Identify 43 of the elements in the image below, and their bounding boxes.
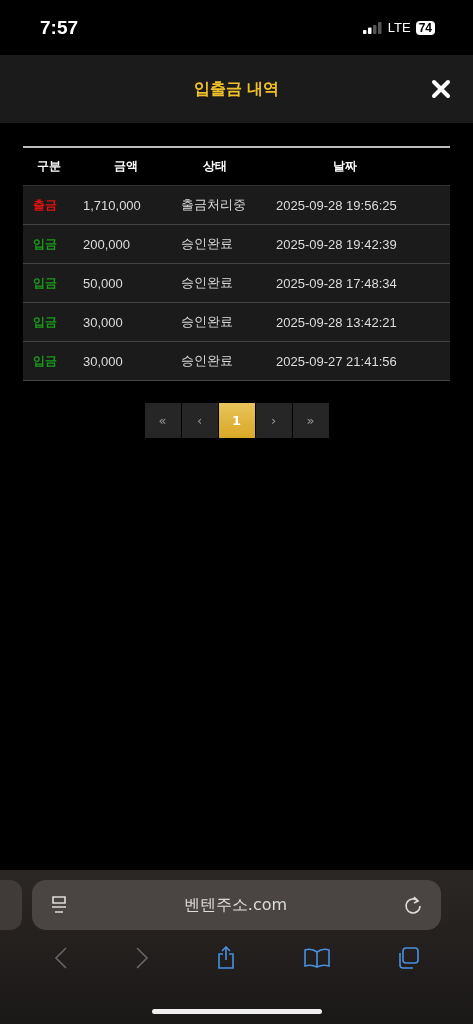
amount-cell-text: 50,000: [83, 275, 124, 291]
page-menu-icon[interactable]: [50, 895, 68, 915]
status-cell-text: 승인완료: [181, 274, 234, 292]
book-icon[interactable]: [303, 948, 330, 968]
page-title: 입출금 내역: [193, 78, 280, 100]
forward-icon[interactable]: [135, 947, 150, 969]
tabs-icon[interactable]: [397, 947, 420, 969]
type-cell-text: 출금: [32, 196, 58, 214]
type-cell-text: 입금: [32, 313, 58, 331]
reload-icon[interactable]: [403, 895, 423, 915]
close-icon[interactable]: [431, 79, 451, 99]
column-header: 상태: [202, 158, 228, 175]
status-cell-text: 승인완료: [181, 352, 234, 370]
type-cell-text: 입금: [32, 235, 58, 253]
date-cell-text: 2025-09-27 21:41:56: [276, 353, 398, 369]
back-icon[interactable]: [53, 947, 68, 969]
date-cell-text: 2025-09-28 19:56:25: [276, 197, 398, 213]
page-button[interactable]: «: [144, 403, 181, 438]
address-text: 벤텐주소.com: [183, 894, 288, 916]
status-cell-text: 출금처리중: [181, 196, 247, 214]
page-button[interactable]: ‹: [181, 403, 218, 438]
date-cell-text: 2025-09-28 19:42:39: [276, 236, 398, 252]
date-cell-text: 2025-09-28 13:42:21: [276, 314, 398, 330]
page-button[interactable]: »: [292, 403, 329, 438]
type-cell-text: 입금: [32, 352, 58, 370]
page-button[interactable]: ›: [255, 403, 292, 438]
date-cell-text: 2025-09-28 17:48:34: [276, 275, 398, 291]
status-cell-text: 승인완료: [181, 235, 234, 253]
battery-indicator: 74: [415, 20, 435, 35]
amount-cell-text: 30,000: [83, 353, 124, 369]
amount-cell-text: 1,710,000: [83, 197, 142, 213]
network-label: LTE: [387, 20, 411, 35]
type-cell-text: 입금: [32, 274, 58, 292]
signal-icon: [362, 21, 383, 34]
column-header: 금액: [113, 158, 139, 175]
share-icon[interactable]: [216, 946, 237, 970]
amount-cell-text: 30,000: [83, 314, 124, 330]
address-bar[interactable]: 벤텐주소.com: [32, 880, 441, 930]
status-cell-text: 승인완료: [181, 313, 234, 331]
amount-cell-text: 200,000: [83, 236, 131, 252]
column-header: 날짜: [332, 158, 358, 175]
status-time: 7:57: [40, 16, 79, 39]
column-header: 구분: [36, 158, 62, 175]
